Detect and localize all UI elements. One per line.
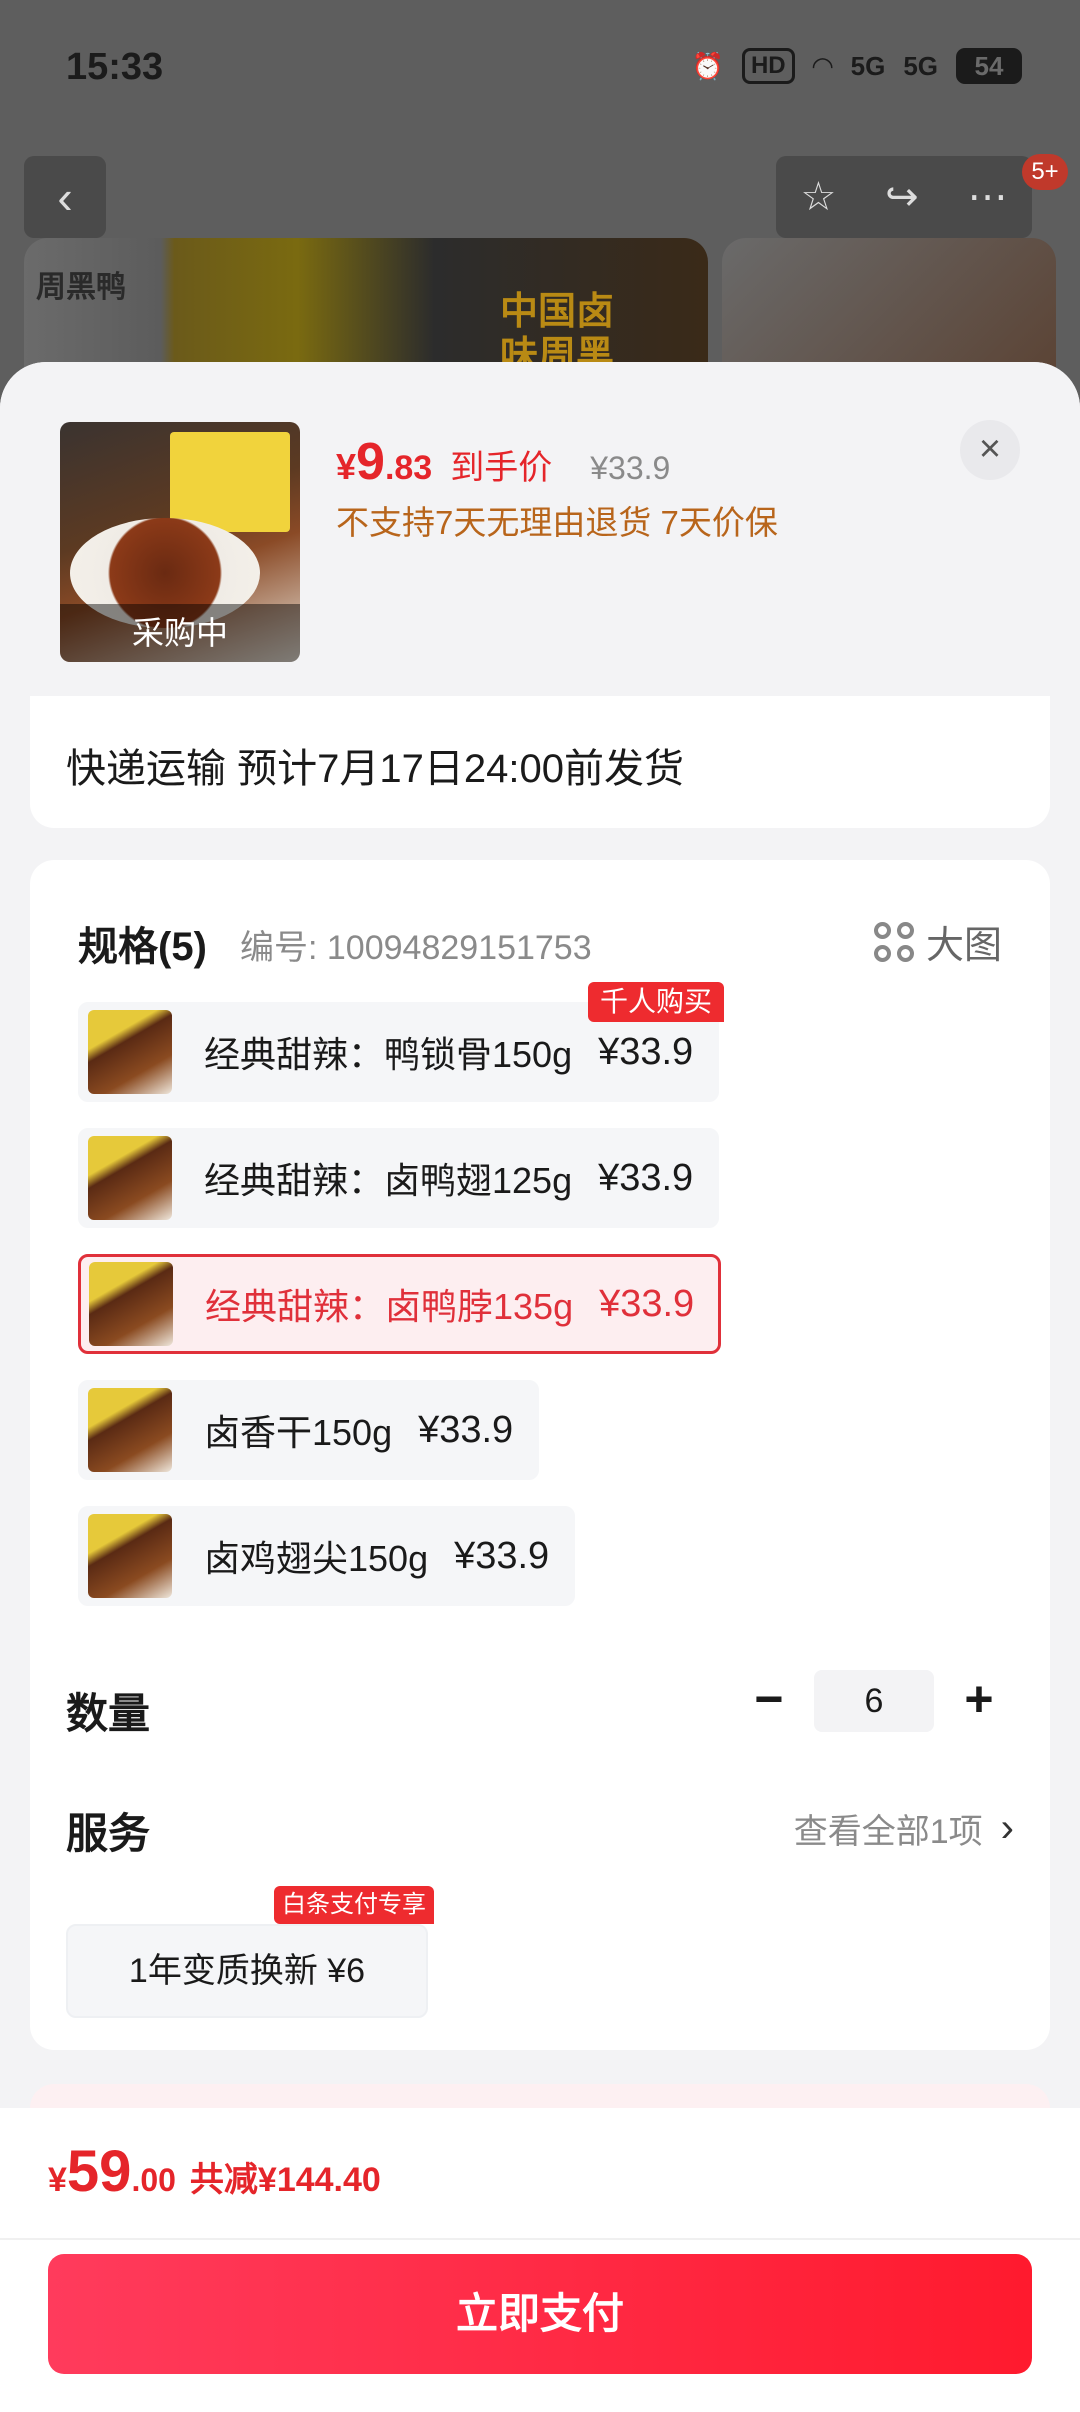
service-option[interactable]: 1年变质换新 ¥6 bbox=[66, 1924, 428, 2018]
shipping-text: 快递运输 预计7月17日24:00前发货 bbox=[66, 747, 684, 791]
wifi-icon: ◠ bbox=[812, 50, 833, 81]
spec-option-name: 经典甜辣：鸭锁骨150g bbox=[204, 1034, 573, 1075]
spec-option-price: ¥33.9 bbox=[598, 1156, 694, 1199]
spec-option-image bbox=[89, 1262, 173, 1346]
minus-button[interactable]: − bbox=[734, 1666, 804, 1736]
spec-option-name: 经典甜辣：卤鸭脖135g bbox=[205, 1286, 574, 1327]
back-icon: ‹ bbox=[57, 171, 73, 223]
status-time: 15:33 bbox=[66, 46, 164, 88]
spec-option-price: ¥33.9 bbox=[418, 1408, 514, 1451]
more-icon[interactable]: ⋯ bbox=[968, 174, 1008, 220]
footer-divider bbox=[0, 2238, 1080, 2240]
big-image-label: 大图 bbox=[925, 925, 1002, 967]
spec-option-image bbox=[88, 1010, 172, 1094]
spec-option[interactable]: 卤香干150g ¥33.9 bbox=[78, 1380, 540, 1480]
price-tag: 到手价 bbox=[450, 449, 553, 487]
chevron-right-icon: › bbox=[1000, 1806, 1014, 1850]
spec-option[interactable]: 经典甜辣：卤鸭翅125g ¥33.9 bbox=[78, 1128, 720, 1228]
spec-option-price: ¥33.9 bbox=[454, 1534, 550, 1577]
purchase-sheet: 采购中 ¥ 9 .83 到手价 ¥33.9 不支持7天无理由退货 7天价保 × … bbox=[0, 362, 1080, 2412]
hd-icon: HD bbox=[741, 48, 795, 84]
price-line: ¥ 9 .83 到手价 ¥33.9 bbox=[336, 432, 670, 492]
total-price: ¥ 59 .00 共减¥144.40 bbox=[48, 2138, 381, 2205]
view-all-services-link[interactable]: 查看全部1项 › bbox=[794, 1804, 1014, 1853]
signal-5g-icon: 5G bbox=[850, 50, 886, 81]
spec-option-price: ¥33.9 bbox=[598, 1030, 694, 1073]
status-bar: 15:33 ⏰ HD ◠ 5G 5G 54 bbox=[0, 0, 1080, 140]
return-policy-notice: 不支持7天无理由退货 7天价保 bbox=[336, 504, 778, 541]
view-all-label: 查看全部1项 bbox=[793, 1813, 983, 1851]
service-badge: 白条支付专享 bbox=[274, 1886, 434, 1924]
original-price: ¥33.9 bbox=[590, 450, 671, 486]
price-currency: ¥ bbox=[336, 446, 357, 487]
thumbnail-label: 采购中 bbox=[60, 604, 300, 662]
battery-icon: 54 bbox=[956, 48, 1022, 84]
spec-card: 规格(5) 编号: 10094829151753 大图 经典甜辣：鸭锁骨150g… bbox=[30, 860, 1050, 2050]
plus-button[interactable]: + bbox=[944, 1666, 1014, 1736]
spec-option-image bbox=[88, 1514, 172, 1598]
quantity-input[interactable]: 6 bbox=[814, 1670, 934, 1732]
signal-5g-icon-2: 5G bbox=[903, 50, 938, 81]
package-image bbox=[170, 432, 290, 532]
spec-option-name: 卤香干150g bbox=[204, 1412, 393, 1453]
close-icon: × bbox=[978, 428, 1002, 470]
spec-option-image bbox=[88, 1136, 172, 1220]
spec-option[interactable]: 卤鸡翅尖150g ¥33.9 bbox=[78, 1506, 576, 1606]
spec-title: 规格(5) bbox=[78, 925, 207, 969]
product-thumbnail[interactable]: 采购中 bbox=[60, 422, 300, 662]
close-button[interactable]: × bbox=[960, 420, 1020, 480]
spec-option-name: 经典甜辣：卤鸭翅125g bbox=[204, 1160, 573, 1201]
total-integer: 59 bbox=[66, 2139, 132, 2204]
total-decimal: .00 bbox=[131, 2162, 176, 2198]
spec-option-selected[interactable]: 经典甜辣：卤鸭脖135g ¥33.9 bbox=[78, 1254, 722, 1354]
price-integer: 9 bbox=[356, 433, 385, 491]
star-icon[interactable]: ☆ bbox=[800, 174, 836, 220]
product-header: 采购中 ¥ 9 .83 到手价 ¥33.9 不支持7天无理由退货 7天价保 × bbox=[0, 362, 1080, 692]
message-badge: 5+ bbox=[1022, 154, 1068, 190]
status-icons: ⏰ HD ◠ 5G 5G 54 bbox=[692, 48, 1022, 84]
hot-badge: 千人购买 bbox=[588, 982, 725, 1022]
quantity-label: 数量 bbox=[66, 1690, 151, 1737]
total-currency: ¥ bbox=[48, 2161, 67, 2199]
spec-option-price: ¥33.9 bbox=[599, 1282, 695, 1325]
grid-icon bbox=[873, 921, 914, 962]
product-code: 编号: 10094829151753 bbox=[240, 929, 592, 967]
spec-option-image bbox=[88, 1388, 172, 1472]
alarm-icon: ⏰ bbox=[691, 50, 724, 81]
back-button[interactable]: ‹ bbox=[24, 156, 106, 238]
spec-option-name: 卤鸡翅尖150g bbox=[204, 1538, 429, 1579]
big-image-button[interactable]: 大图 bbox=[873, 914, 1002, 969]
total-savings: 共减¥144.40 bbox=[189, 2161, 381, 2199]
price-decimal: .83 bbox=[384, 449, 433, 487]
pay-now-button[interactable]: 立即支付 bbox=[48, 2254, 1032, 2374]
brand-logo: 周黑鸭 bbox=[36, 271, 126, 304]
service-label: 服务 bbox=[66, 1810, 151, 1857]
shipping-card: 快递运输 预计7月17日24:00前发货 bbox=[30, 696, 1050, 828]
quantity-stepper: − 6 + bbox=[734, 1666, 1014, 1736]
checkout-footer: ¥ 59 .00 共减¥144.40 立即支付 bbox=[0, 2108, 1080, 2412]
share-icon[interactable]: ↪ bbox=[885, 174, 919, 220]
top-actions: ☆ ↪ ⋯ bbox=[776, 156, 1032, 238]
